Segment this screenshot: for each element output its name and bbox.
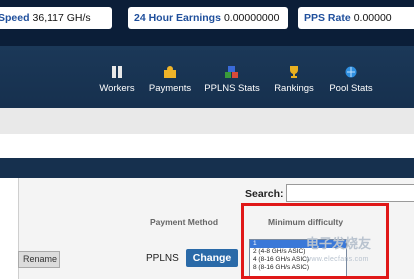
workers-icon — [95, 66, 139, 79]
nav-workers-label: Workers — [99, 83, 135, 94]
spacer — [0, 134, 414, 158]
speed-stat: Speed 36,117 GH/s — [0, 7, 112, 29]
main-nav: Workers Payments PPLNS Stats Rankings Po… — [0, 46, 414, 108]
watermark: 电子发烧友 www.elecfans.com — [306, 236, 412, 270]
speed-value: 36,117 GH/s — [32, 12, 91, 24]
pps-value: 0.00000 — [353, 12, 392, 24]
nav-pplns-stats[interactable]: PPLNS Stats — [200, 66, 264, 94]
payment-method-value: PPLNS — [146, 253, 179, 264]
watermark-text: 电子发烧友 — [306, 236, 372, 251]
pplns-stats-icon — [200, 66, 264, 79]
nav-rankings[interactable]: Rankings — [268, 66, 320, 94]
nav-payments-label: Payments — [148, 83, 192, 94]
rename-button[interactable]: Rename — [18, 251, 60, 268]
nav-pool-label: Pool Stats — [329, 83, 373, 94]
pool-stats-icon — [324, 66, 378, 79]
pps-label: PPS Rate — [304, 12, 351, 24]
nav-pool-stats[interactable]: Pool Stats — [324, 66, 378, 94]
search-input[interactable] — [286, 184, 414, 202]
search-label: Search: — [245, 188, 284, 200]
payments-icon — [145, 66, 195, 79]
subheader-band — [0, 108, 414, 134]
nav-workers[interactable]: Workers — [95, 66, 139, 94]
change-button[interactable]: Change — [186, 249, 238, 267]
nav-payments[interactable]: Payments — [145, 66, 195, 94]
earnings-value: 0.00000000 — [223, 12, 280, 24]
payment-method-header[interactable]: Payment Method — [150, 217, 218, 227]
pps-stat: PPS Rate 0.00000 — [298, 7, 414, 29]
table-title-bar — [0, 158, 414, 178]
earnings-stat: 24 Hour Earnings 0.00000000 — [128, 7, 288, 29]
earnings-label: 24 Hour Earnings — [134, 12, 221, 24]
nav-pplns-label: PPLNS Stats — [204, 83, 260, 94]
speed-label: Speed — [0, 12, 30, 24]
stats-bar: Speed 36,117 GH/s 24 Hour Earnings 0.00000… — [0, 0, 414, 46]
trophy-icon — [268, 66, 320, 79]
nav-rankings-label: Rankings — [274, 83, 314, 94]
watermark-url: www.elecfans.com — [306, 256, 369, 263]
